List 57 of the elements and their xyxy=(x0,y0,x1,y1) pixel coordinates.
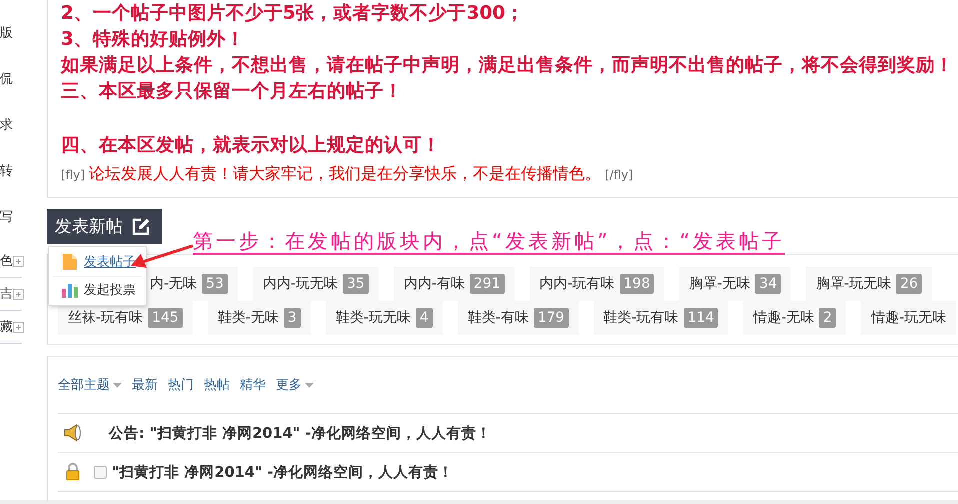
sidebar-item[interactable]: 版 xyxy=(0,24,13,42)
checkbox[interactable] xyxy=(94,466,107,478)
sidebar-item[interactable]: 吉 xyxy=(0,285,13,303)
expand-icon[interactable] xyxy=(13,288,24,300)
filter-link[interactable]: 精华 xyxy=(240,376,266,394)
megaphone-icon xyxy=(63,424,83,442)
count-badge: 4 xyxy=(416,308,433,328)
rule-text: 2、一个帖子中图片不少于5张，或者字数不少于300； xyxy=(61,2,526,26)
sidebar-item[interactable]: 写 xyxy=(0,208,13,226)
document-icon xyxy=(61,253,79,272)
count-badge: 53 xyxy=(202,274,228,294)
thread-title[interactable]: 公告: "扫黄打非 净网2014" -净化网络空间，人人有责！ xyxy=(109,424,492,442)
count-badge: 26 xyxy=(896,274,922,294)
count-badge: 198 xyxy=(620,274,654,294)
marquee-text: 论坛发展人人有责！请大家牢记，我们是在分享快乐，不是在传播情色。 xyxy=(89,164,602,183)
expand-icon[interactable] xyxy=(13,256,24,266)
rule-text: 三、本区最多只保留一个月左右的帖子！ xyxy=(61,80,404,104)
rule-text: 四、在本区发帖，就表示对以上规定的认可！ xyxy=(61,134,442,158)
sidebar-item[interactable]: 转 xyxy=(0,162,13,180)
category-link[interactable]: 胸罩-无味 34 xyxy=(679,267,792,301)
category-link[interactable]: 内内-玩有味 198 xyxy=(530,267,664,301)
category-link[interactable]: 情趣-无味 2 xyxy=(743,301,846,335)
markup-tag: [/fly] xyxy=(605,168,634,182)
count-badge: 145 xyxy=(148,308,183,328)
category-link[interactable]: 胸罩-玩无味 26 xyxy=(806,267,932,301)
count-badge: 291 xyxy=(470,274,505,294)
category-link[interactable]: 鞋类-玩无味 4 xyxy=(326,301,443,335)
category-link[interactable]: 情趣-玩无味 xyxy=(861,301,956,335)
thread-title[interactable]: "扫黄打非 净网2014" -净化网络空间，人人有责！ xyxy=(112,462,454,482)
filter-link[interactable]: 更多 xyxy=(276,376,314,394)
category-link[interactable]: 内内-有味 291 xyxy=(394,267,515,301)
count-badge: 35 xyxy=(342,274,369,294)
annotation-text: 第一步：在发帖的版块内，点“发表新帖”，点：“发表帖子 xyxy=(193,229,786,255)
new-post-button[interactable]: 发表新帖 xyxy=(47,209,162,244)
filter-link[interactable]: 热帖 xyxy=(204,376,230,394)
category-link[interactable]: 鞋类-玩有味 114 xyxy=(594,301,728,335)
count-badge: 114 xyxy=(684,308,718,328)
edit-icon xyxy=(131,216,151,236)
filter-link[interactable]: 最新 xyxy=(132,376,158,394)
category-link[interactable]: 鞋类-有味 179 xyxy=(458,301,579,335)
count-badge: 34 xyxy=(755,274,782,294)
category-link[interactable]: 丝袜-玩有味 145 xyxy=(58,301,193,335)
count-badge: 3 xyxy=(284,308,301,328)
count-badge: 2 xyxy=(819,308,836,328)
filter-link[interactable]: 热门 xyxy=(168,376,194,394)
category-link[interactable]: 内内-玩无味 35 xyxy=(252,267,379,301)
sidebar-item[interactable]: 侃 xyxy=(0,70,13,88)
sidebar-item[interactable]: 藏 xyxy=(0,318,13,336)
filter-link[interactable]: 全部主题 xyxy=(58,376,122,394)
sidebar-item[interactable]: 求 xyxy=(0,116,13,134)
category-link[interactable]: 鞋类-无味 3 xyxy=(208,301,311,335)
expand-icon[interactable] xyxy=(13,322,24,332)
rule-text: 3、特殊的好贴例外！ xyxy=(61,28,246,52)
sidebar-item[interactable]: 色 xyxy=(0,252,13,270)
count-badge: 179 xyxy=(534,308,569,328)
markup-tag: [fly] xyxy=(61,168,86,182)
rule-text: 如果满足以上条件，不想出售，请在帖子中声明，满足出售条件，而声明不出售的帖子，将不会得到奖励！ xyxy=(61,54,955,78)
